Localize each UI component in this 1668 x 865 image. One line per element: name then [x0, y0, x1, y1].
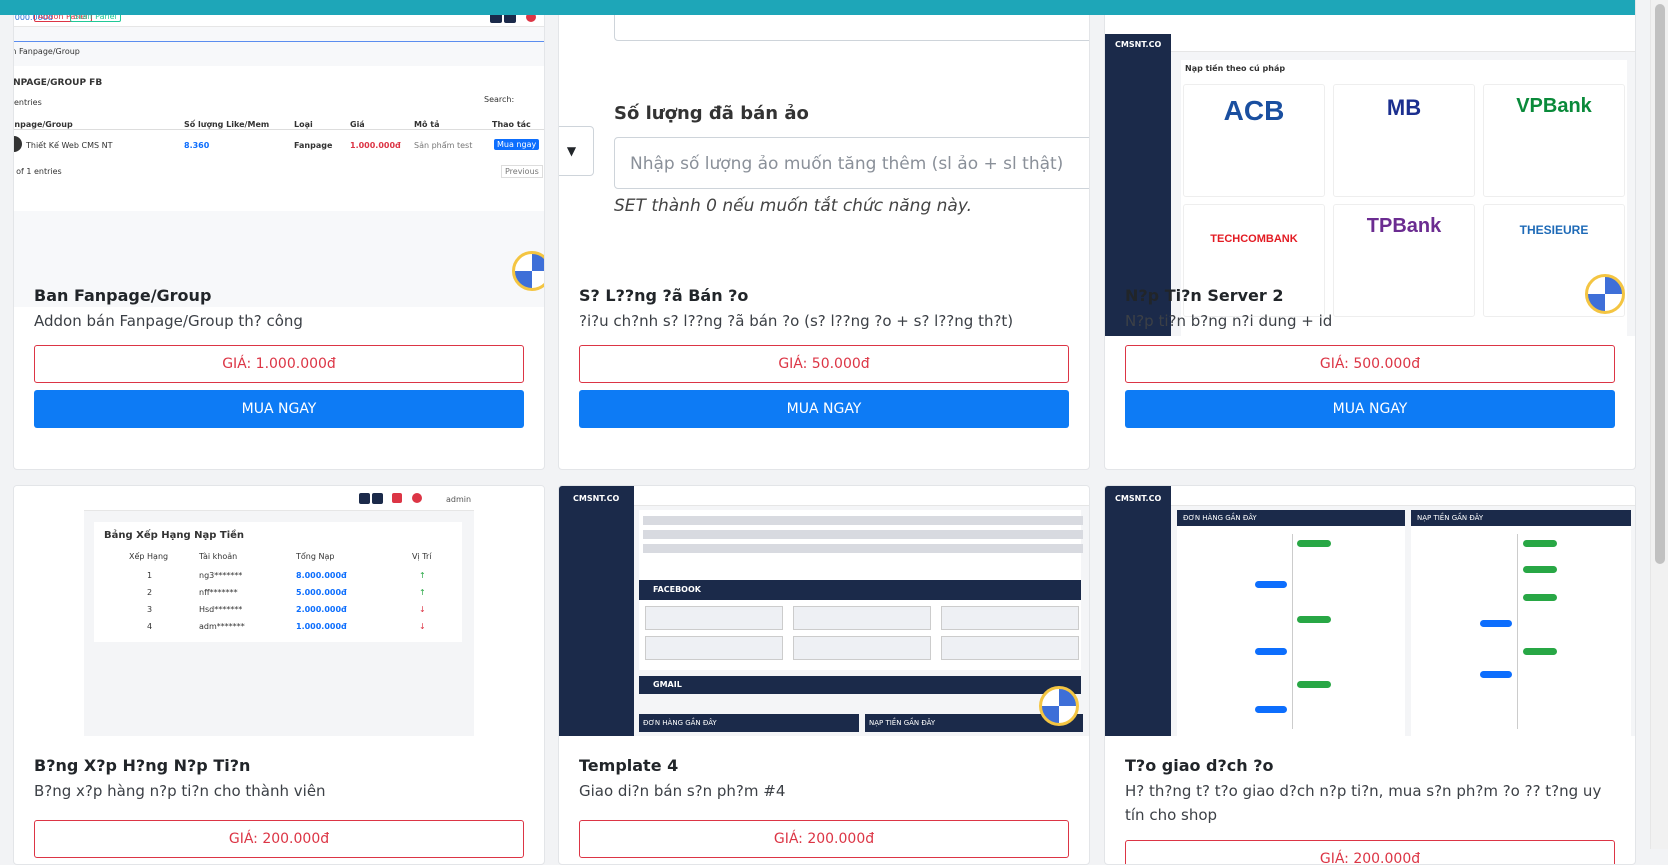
fake-sold-input[interactable]: Nhập số lượng ảo muốn tăng thêm (sl ảo +… — [614, 137, 1089, 189]
card-thumbnail: ▼ Số lượng đã bán ảo Nhập số lượng ảo mu… — [559, 0, 1089, 307]
card-thumbnail: CMSNT.CO ĐƠN HÀNG GẦN ĐÂY NẠP TIỀN GẦN Đ… — [1105, 486, 1635, 736]
page-header-bar — [0, 0, 1635, 15]
field-label: Số lượng đã bán ảo — [614, 103, 809, 124]
card-thumbnail: 75.000.000đ Addon Panel Staff Panel admi… — [14, 0, 544, 307]
price-button[interactable]: GIÁ: 50.000đ — [579, 345, 1069, 383]
addon-card-deposit-server2: CMSNT.CO Nạp tiền theo cú pháp ACB MB VP… — [1104, 0, 1636, 470]
card-title: B?ng X?p H?ng N?p Ti?n — [34, 756, 251, 775]
addon-card-template-4: CMSNT.CO FACEBOOK GMAIL ĐƠN HÀNG GẦN ĐÂY… — [558, 485, 1090, 865]
card-title: S? L??ng ?ã Bán ?o — [579, 286, 749, 305]
lucky-wheel-icon — [1585, 274, 1625, 314]
price-button[interactable]: GIÁ: 200.000đ — [34, 820, 524, 858]
card-description: H? th?ng t? t?o giao d?ch n?p ti?n, mua … — [1125, 782, 1602, 824]
card-title: N?p Ti?n Server 2 — [1125, 286, 1284, 305]
addon-card-fake-sold: ▼ Số lượng đã bán ảo Nhập số lượng ảo mu… — [558, 0, 1090, 470]
buy-now-button[interactable]: MUA NGAY — [1125, 390, 1615, 428]
field-hint: SET thành 0 nếu muốn tắt chức năng này. — [614, 196, 972, 216]
card-thumbnail: CMSNT.CO FACEBOOK GMAIL ĐƠN HÀNG GẦN ĐÂY… — [559, 486, 1089, 736]
buy-now-button[interactable]: MUA NGAY — [579, 390, 1069, 428]
price-button[interactable]: GIÁ: 500.000đ — [1125, 345, 1615, 383]
lucky-wheel-icon — [1039, 686, 1079, 726]
card-title: Ban Fanpage/Group — [34, 286, 212, 305]
card-description: Giao di?n bán s?n ph?m #4 — [579, 782, 786, 800]
card-title: Template 4 — [579, 756, 679, 775]
price-button[interactable]: GIÁ: 200.000đ — [1125, 840, 1615, 864]
addon-grid: 75.000.000đ Addon Panel Staff Panel admi… — [0, 0, 1668, 865]
card-description: B?ng x?p hàng n?p ti?n cho thành viên — [34, 782, 326, 800]
lucky-wheel-icon — [512, 251, 544, 291]
addon-card-fanpage: 75.000.000đ Addon Panel Staff Panel admi… — [13, 0, 545, 470]
addon-card-fake-transactions: CMSNT.CO ĐƠN HÀNG GẦN ĐÂY NẠP TIỀN GẦN Đ… — [1104, 485, 1636, 865]
price-button[interactable]: GIÁ: 1.000.000đ — [34, 345, 524, 383]
price-button[interactable]: GIÁ: 200.000đ — [579, 820, 1069, 858]
buy-now-button[interactable]: MUA NGAY — [34, 390, 524, 428]
card-title: T?o giao d?ch ?o — [1125, 756, 1274, 775]
card-description: Addon bán Fanpage/Group th? công — [34, 312, 303, 330]
chevron-down-icon: ▼ — [559, 126, 594, 176]
vertical-scrollbar[interactable] — [1650, 0, 1668, 849]
card-thumbnail: admin Bảng Xếp Hạng Nạp Tiền Xếp Hạng Tà… — [14, 486, 544, 736]
scrollbar-thumb[interactable] — [1655, 4, 1665, 564]
addon-card-topup-ranking: admin Bảng Xếp Hạng Nạp Tiền Xếp Hạng Tà… — [13, 485, 545, 865]
card-description: ?i?u ch?nh s? l??ng ?ã bán ?o (s? l??ng … — [579, 312, 1014, 330]
card-description: N?p ti?n b?ng n?i dung + id — [1125, 312, 1333, 330]
